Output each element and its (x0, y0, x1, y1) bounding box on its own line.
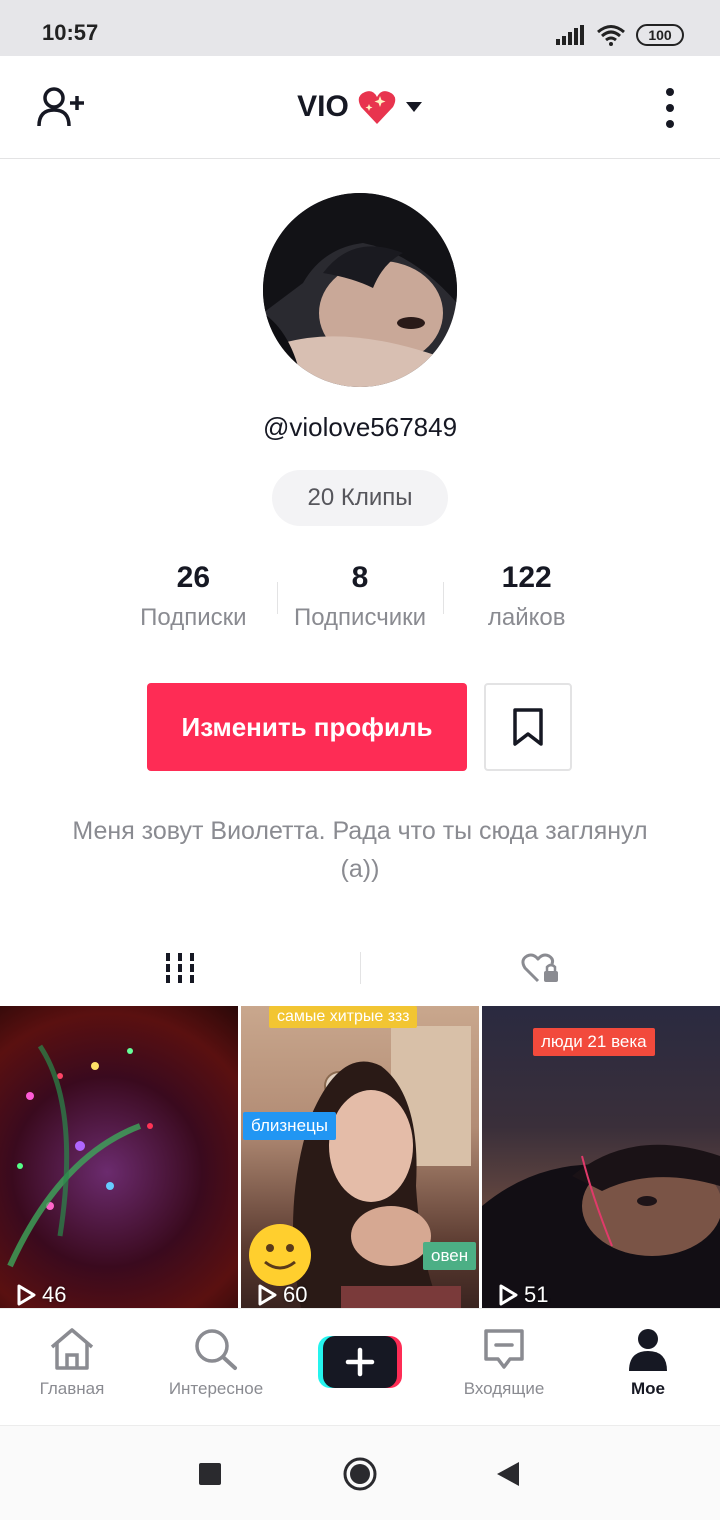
nav-profile[interactable]: Мое (576, 1327, 720, 1399)
status-time: 10:57 (42, 20, 99, 45)
video-thumbnail[interactable]: 46 (0, 1006, 238, 1308)
home-button[interactable] (340, 1454, 380, 1494)
account-switcher[interactable]: VIO (0, 88, 720, 126)
stat-likes[interactable]: 122 лайков (443, 558, 610, 638)
profile-stats: 26 Подписки 8 Подписчики 122 лайков (110, 558, 610, 638)
stat-label: лайков (487, 604, 566, 631)
nav-label: Мое (631, 1379, 665, 1398)
tab-videos[interactable] (0, 930, 360, 1006)
back-button[interactable] (488, 1454, 528, 1494)
avatar[interactable] (263, 193, 457, 387)
create-icon (318, 1336, 402, 1388)
sparkling-heart-icon (358, 91, 396, 124)
video-thumbnail[interactable]: самые хитрые ззз близнецы овен 60 (241, 1006, 479, 1308)
bookmark-icon (513, 708, 543, 746)
wifi-icon (597, 25, 625, 46)
stat-label: Подписки (140, 604, 247, 631)
video-caption-sticker: овен (423, 1242, 477, 1270)
favorites-button[interactable] (484, 683, 572, 771)
status-icons: 100 (556, 22, 684, 48)
view-count: 60 (257, 1282, 307, 1308)
username: @violove567849 (262, 412, 458, 442)
clips-count-badge[interactable]: 20 Клипы (272, 470, 448, 526)
play-icon (258, 1284, 277, 1306)
view-count-text: 60 (283, 1282, 308, 1307)
status-bar: 10:57 100 (0, 0, 720, 56)
profile-bio: Меня зовут Виолетта. Рада что ты сюда за… (72, 817, 648, 883)
battery-level: 100 (648, 27, 672, 43)
video-thumbnail[interactable]: люди 21 века 51 (482, 1006, 720, 1308)
square-icon (199, 1463, 221, 1485)
more-icon[interactable] (656, 86, 684, 130)
view-count-text: 46 (42, 1282, 67, 1307)
liked-private-icon (521, 953, 558, 983)
tab-liked-private[interactable] (360, 930, 720, 1006)
account-name: VIO (297, 90, 349, 123)
nav-label: Входящие (463, 1379, 545, 1398)
nav-discover[interactable]: Интересное (144, 1327, 288, 1399)
video-caption-sticker: самые хитрые ззз (269, 1006, 418, 1028)
inbox-icon (484, 1329, 524, 1369)
recents-button[interactable] (190, 1454, 230, 1494)
stat-following[interactable]: 26 Подписки (110, 558, 277, 638)
search-icon (195, 1329, 237, 1370)
profile-tabs (0, 930, 720, 1006)
grid-icon (166, 953, 194, 983)
view-count: 51 (498, 1282, 548, 1308)
view-count-text: 51 (524, 1282, 549, 1307)
home-icon (50, 1328, 94, 1370)
battery-icon: 100 (636, 24, 684, 46)
back-triangle-icon (497, 1462, 519, 1486)
stat-value: 122 (501, 561, 552, 594)
stat-value: 26 (176, 561, 211, 594)
stat-followers[interactable]: 8 Подписчики (276, 558, 444, 638)
smiley-sticker-icon (249, 1224, 311, 1286)
stat-value: 8 (351, 561, 369, 594)
profile-header: VIO (0, 56, 720, 159)
nav-label: Интересное (168, 1379, 264, 1398)
circle-icon (343, 1457, 377, 1491)
play-icon (499, 1284, 518, 1306)
edit-profile-button[interactable]: Изменить профиль (147, 683, 467, 771)
play-icon (17, 1284, 36, 1306)
nav-inbox[interactable]: Входящие (432, 1327, 576, 1399)
view-count: 46 (16, 1282, 66, 1308)
create-video-button[interactable] (318, 1334, 402, 1390)
system-navigation-bar (0, 1426, 720, 1520)
stat-label: Подписчики (293, 604, 427, 631)
bottom-navigation: Главная Интересное Входящие Мое (0, 1308, 720, 1426)
video-preview-image (7, 1044, 153, 1268)
nav-home[interactable]: Главная (0, 1327, 144, 1399)
profile-icon (629, 1329, 667, 1371)
video-caption-sticker: люди 21 века (533, 1028, 655, 1056)
video-grid: 46 самые хитрые ззз близнецы овен 60 люд… (0, 1006, 720, 1308)
nav-label: Главная (39, 1379, 105, 1398)
video-caption-sticker: близнецы (243, 1112, 336, 1140)
chevron-down-icon (405, 102, 422, 112)
signal-icon (556, 25, 584, 45)
